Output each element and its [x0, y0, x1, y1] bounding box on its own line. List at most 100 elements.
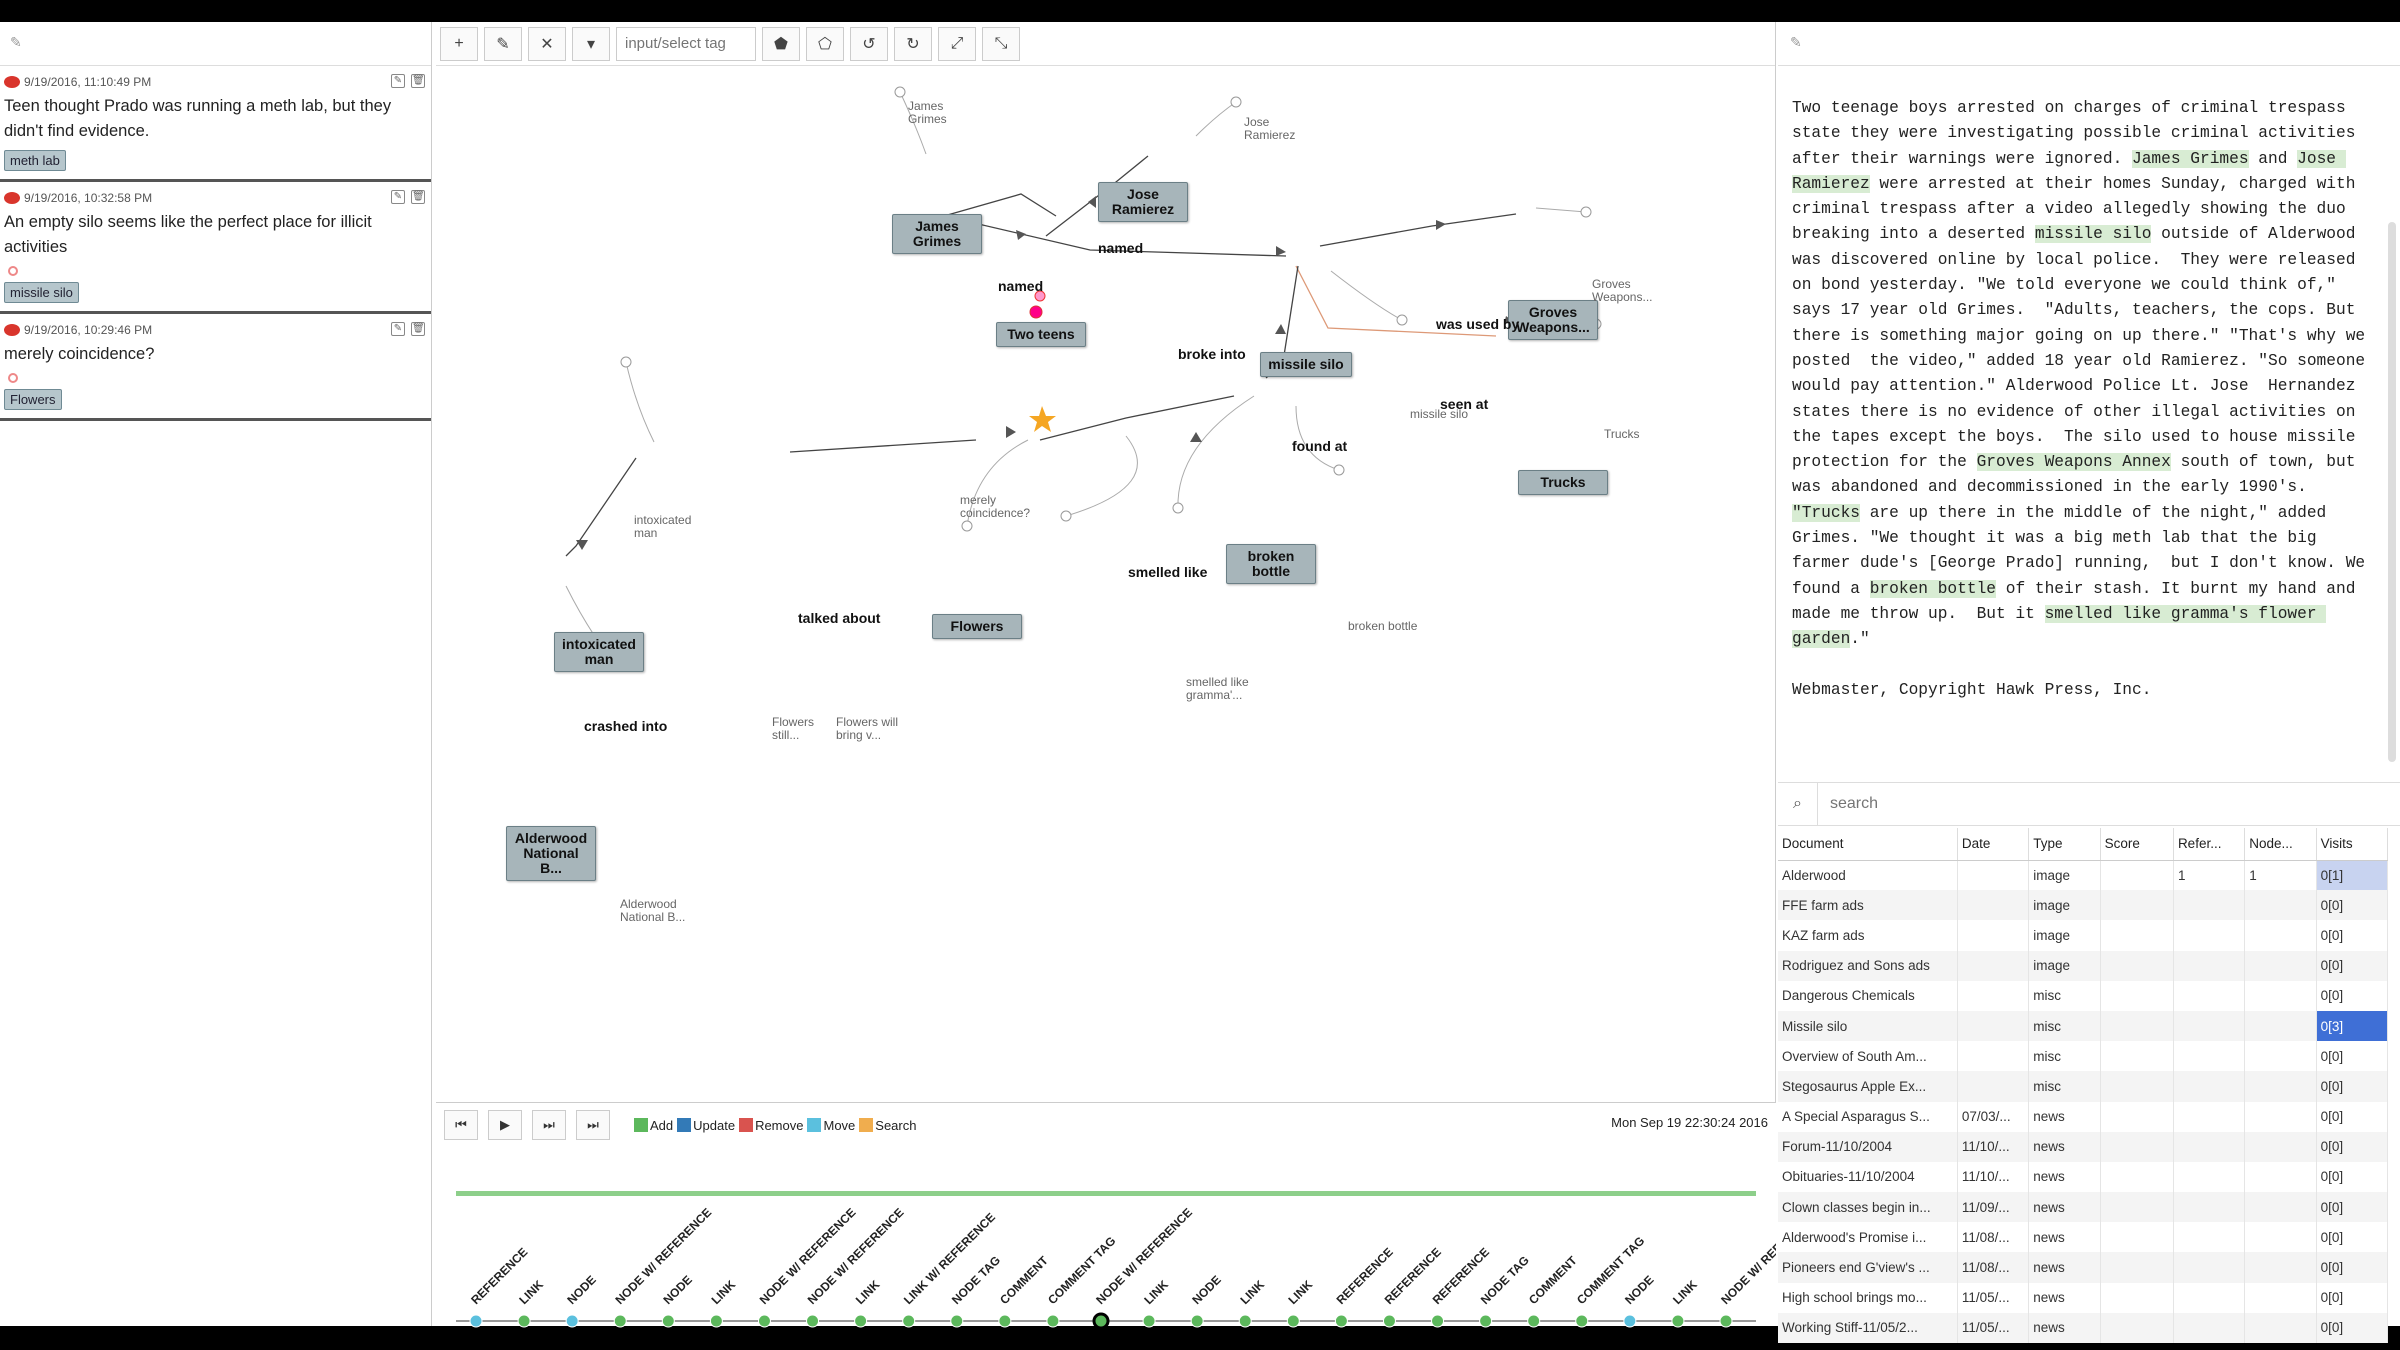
graph-canvas[interactable]: James Grimes Jose Ramierez Two teens mis… [436, 66, 1776, 1126]
graph-node[interactable]: Alderwood National B... [506, 826, 596, 881]
ref-marker[interactable] [620, 356, 632, 368]
timeline-event-dot[interactable] [1479, 1314, 1493, 1328]
table-row[interactable]: Pioneers end G'view's ... 11/08/... news 0[… [1778, 1252, 2389, 1283]
add-node-button[interactable]: + [440, 26, 478, 61]
timeline-event-dot[interactable] [1046, 1314, 1060, 1328]
timeline-event-dot[interactable] [709, 1314, 723, 1328]
untag-icon[interactable]: ⬠ [806, 26, 844, 61]
timeline-event-dot[interactable] [1575, 1314, 1589, 1328]
ref-marker[interactable] [1396, 314, 1408, 326]
play-button[interactable]: ▶ [488, 1110, 522, 1140]
timeline-event-dot[interactable] [661, 1314, 675, 1328]
edge-label[interactable]: talked about [798, 610, 880, 626]
timeline-event-dot[interactable] [1527, 1314, 1541, 1328]
comment[interactable]: 9/19/2016, 11:10:49 PM ✎ 🗑 Teen thought … [0, 66, 431, 182]
timeline-events[interactable]: REFERENCELINK NODE NODE W/ REFERENCENODE LI… [436, 1193, 1776, 1333]
graph-node[interactable]: broken bottle [1226, 544, 1316, 584]
comment-tag[interactable]: Flowers [4, 389, 62, 410]
fast-forward-button[interactable]: ⏭ [532, 1110, 566, 1140]
column-header[interactable]: Type [2028, 828, 2101, 861]
table-row[interactable]: Rodriguez and Sons ads image 0[0] [1778, 950, 2389, 981]
graph-node[interactable]: Two teens [996, 322, 1086, 347]
column-header[interactable]: Date [1957, 828, 2030, 861]
ref-marker[interactable] [1060, 510, 1072, 522]
table-row[interactable]: FFE farm ads image 0[0] [1778, 890, 2389, 921]
timeline-event-dot[interactable] [1286, 1314, 1300, 1328]
graph-node[interactable]: Flowers [932, 614, 1022, 639]
pin-icon[interactable]: ✎ [1790, 34, 1802, 51]
table-row[interactable]: Dangerous Chemicals misc 0[0] [1778, 980, 2389, 1011]
graph-node[interactable]: Jose Ramierez [1098, 182, 1188, 222]
table-row[interactable]: Overview of South Am... misc 0[0] [1778, 1041, 2389, 1072]
document-text[interactable]: Two teenage boys arrested on charges of … [1792, 96, 2372, 703]
edge-label[interactable]: was used by [1436, 316, 1519, 332]
highlighted-text[interactable]: "Trucks [1792, 503, 1860, 522]
timeline-event-dot[interactable] [902, 1314, 916, 1328]
trash-icon[interactable]: 🗑 [411, 322, 425, 336]
edge-label[interactable]: named [1098, 240, 1143, 256]
document-scrollbar[interactable] [2388, 222, 2396, 762]
undo-button[interactable]: ↺ [850, 26, 888, 61]
table-row[interactable]: Alderwood image 1 1 0[1] [1778, 860, 2389, 891]
table-row[interactable]: Alderwood's Promise i... 11/08/... news 0[0… [1778, 1222, 2389, 1253]
timeline-event-dot[interactable] [1382, 1314, 1396, 1328]
graph-node[interactable]: missile silo [1260, 352, 1352, 377]
graph-node[interactable]: Trucks [1518, 470, 1608, 495]
timeline-event-dot[interactable] [1431, 1314, 1445, 1328]
edit-icon[interactable]: ✎ [391, 190, 405, 204]
timeline-event-dot[interactable] [1623, 1314, 1637, 1328]
highlighted-text[interactable]: James Grimes [2132, 149, 2249, 168]
table-row[interactable]: Forum-11/10/2004 11/10/... news 0[0] [1778, 1131, 2389, 1162]
timeline-event-dot[interactable] [950, 1314, 964, 1328]
expand-button[interactable]: ⤢ [938, 26, 976, 61]
timeline-event-dot[interactable] [1719, 1314, 1733, 1328]
edge-label[interactable]: found at [1292, 438, 1347, 454]
timeline-event-dot[interactable] [806, 1314, 820, 1328]
timeline-event-dot[interactable] [757, 1314, 771, 1328]
ref-marker[interactable] [1172, 502, 1184, 514]
timeline-event-dot[interactable] [565, 1314, 579, 1328]
redo-button[interactable]: ↻ [894, 26, 932, 61]
edit-button[interactable]: ✎ [484, 26, 522, 61]
ref-marker[interactable] [1580, 206, 1592, 218]
graph-node[interactable]: intoxicated man [554, 632, 644, 672]
edit-icon[interactable]: ✎ [391, 74, 405, 88]
highlighted-text[interactable]: Groves Weapons Annex [1976, 453, 2171, 472]
column-header[interactable]: Refer... [2173, 828, 2246, 861]
timeline-event-dot[interactable] [1671, 1314, 1685, 1328]
table-row[interactable]: Obituaries-11/10/2004 11/10/... news 0[0] [1778, 1161, 2389, 1193]
column-header[interactable]: Visits [2316, 828, 2389, 861]
timeline-event-dot[interactable] [613, 1314, 627, 1328]
tag-input[interactable] [616, 26, 756, 61]
table-row[interactable]: A Special Asparagus S... 07/03/... news 0[0… [1778, 1101, 2389, 1132]
column-header[interactable]: Score [2100, 828, 2174, 861]
ref-marker[interactable] [961, 520, 973, 532]
ref-marker[interactable] [1333, 464, 1345, 476]
tag-icon[interactable]: ⬟ [762, 26, 800, 61]
trash-icon[interactable]: 🗑 [411, 74, 425, 88]
ref-marker[interactable] [894, 86, 906, 98]
table-row[interactable]: Clown classes begin in... 11/09/... news 0[… [1778, 1192, 2389, 1223]
table-row[interactable]: High school brings mo... 11/05/... news 0[0… [1778, 1282, 2389, 1313]
comment-tag[interactable]: meth lab [4, 150, 66, 171]
comment[interactable]: 9/19/2016, 10:32:58 PM ✎ 🗑 An empty silo… [0, 182, 431, 314]
search-input[interactable] [1818, 784, 2400, 824]
remove-button[interactable]: ✕ [528, 26, 566, 61]
comment-marker[interactable] [1029, 305, 1043, 319]
search-icon[interactable]: ⌕ [1778, 782, 1818, 826]
highlighted-text[interactable]: missile silo [2034, 225, 2152, 244]
edge-label[interactable]: named [998, 278, 1043, 294]
skip-end-button[interactable]: ⏭ [576, 1110, 610, 1140]
timeline-event-dot[interactable] [1238, 1314, 1252, 1328]
trash-icon[interactable]: 🗑 [411, 190, 425, 204]
timeline-event-dot[interactable] [469, 1314, 483, 1328]
timeline-event-dot[interactable] [1190, 1314, 1204, 1328]
ref-marker[interactable] [1230, 96, 1242, 108]
edit-icon[interactable]: ✎ [391, 322, 405, 336]
timeline-event-dot[interactable] [1334, 1314, 1348, 1328]
table-row[interactable]: KAZ farm ads image 0[0] [1778, 920, 2389, 951]
highlighted-text[interactable]: broken bottle [1869, 579, 1997, 598]
pin-icon[interactable]: ✎ [10, 34, 24, 50]
rewind-button[interactable]: ⏮ [444, 1110, 478, 1140]
edge-label[interactable]: crashed into [584, 718, 667, 734]
